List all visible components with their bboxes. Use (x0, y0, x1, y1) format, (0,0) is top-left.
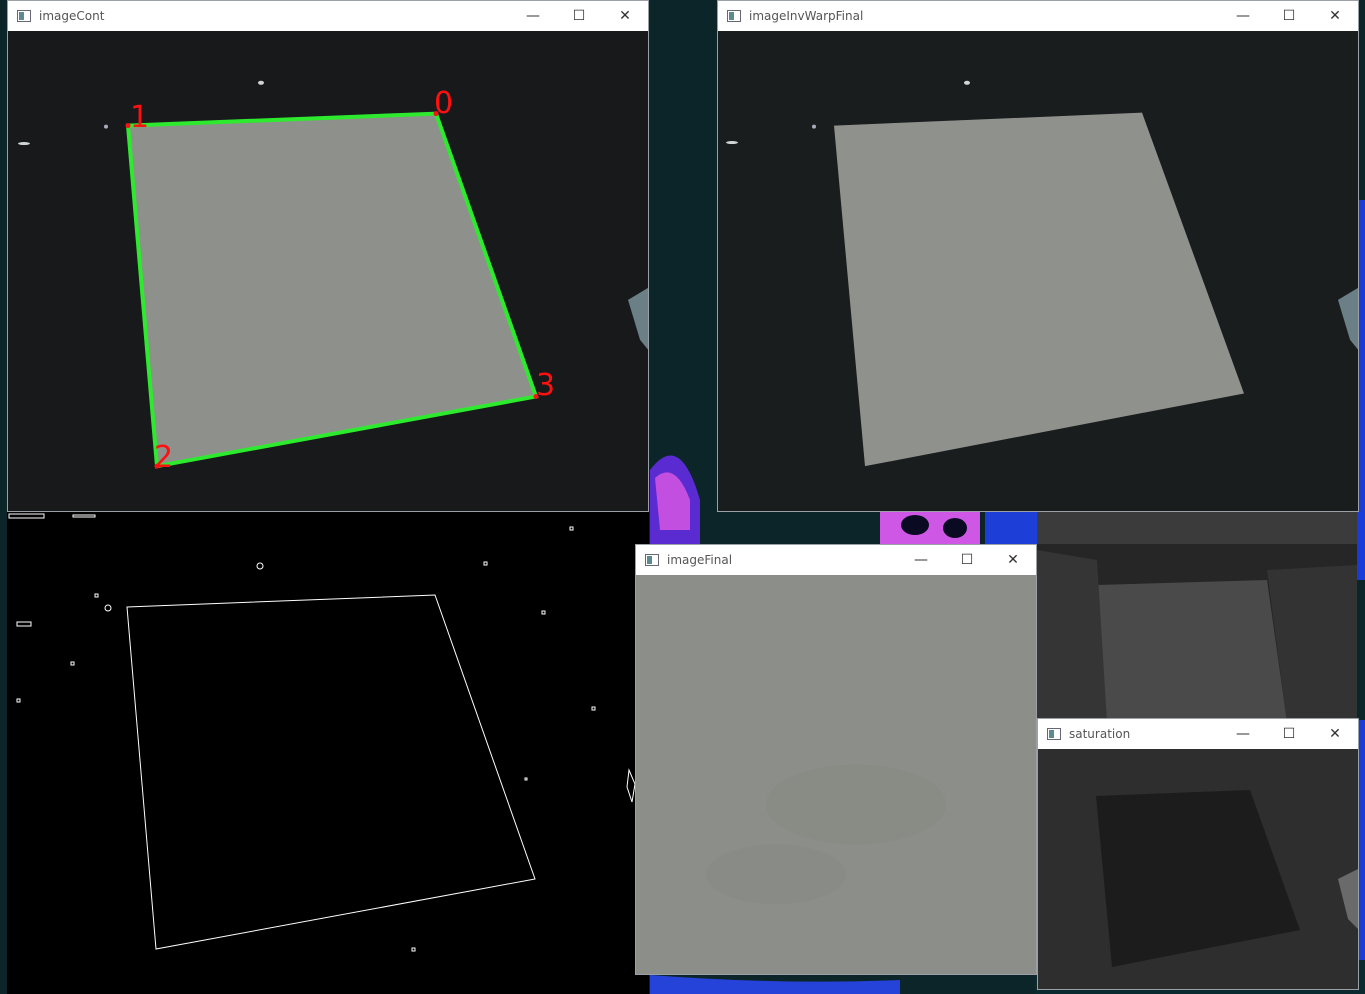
window-title: imageCont (39, 9, 105, 23)
minimize-icon[interactable]: — (898, 545, 944, 575)
image-final-window[interactable]: imageFinal — ☐ ✕ (635, 544, 1037, 975)
minimize-icon[interactable]: — (1220, 1, 1266, 31)
corner-label-1: 1 (130, 100, 150, 135)
window-app-icon (727, 10, 741, 22)
image-inv-warp-canvas (718, 31, 1358, 511)
maximize-icon[interactable]: ☐ (1266, 719, 1312, 749)
corner-label-2: 2 (154, 440, 174, 475)
window-title: imageFinal (667, 553, 733, 567)
title-bar[interactable]: imageFinal — ☐ ✕ (636, 545, 1036, 575)
minimize-icon[interactable]: — (510, 1, 556, 31)
window-app-icon (1047, 728, 1061, 740)
window-title: saturation (1069, 727, 1131, 741)
title-bar[interactable]: imageCont — ☐ ✕ (8, 1, 648, 31)
gray-image (1037, 510, 1357, 722)
inv-warp-image (718, 31, 1358, 511)
maximize-icon[interactable]: ☐ (556, 1, 602, 31)
image-cont-window[interactable]: imageCont — ☐ ✕ 0 1 2 3 (7, 0, 649, 512)
close-icon[interactable]: ✕ (990, 545, 1036, 575)
edges-window (7, 512, 649, 994)
image-cont-canvas: 0 1 2 3 (8, 31, 648, 511)
gray-window (1037, 510, 1357, 722)
maximize-icon[interactable]: ☐ (1266, 1, 1312, 31)
image-final-canvas (636, 575, 1036, 974)
saturation-canvas (1038, 749, 1358, 989)
image-inv-warp-final-window[interactable]: imageInvWarpFinal — ☐ ✕ (717, 0, 1359, 512)
window-app-icon (645, 554, 659, 566)
corner-label-3: 3 (536, 368, 556, 403)
camera-image-with-contour (8, 31, 648, 511)
saturation-image (1038, 749, 1358, 989)
title-bar[interactable]: imageInvWarpFinal — ☐ ✕ (718, 1, 1358, 31)
close-icon[interactable]: ✕ (1312, 1, 1358, 31)
saturation-window[interactable]: saturation — ☐ ✕ (1037, 718, 1359, 990)
minimize-icon[interactable]: — (1220, 719, 1266, 749)
warped-paper-image (636, 575, 1036, 974)
close-icon[interactable]: ✕ (602, 1, 648, 31)
window-title: imageInvWarpFinal (749, 9, 864, 23)
edge-image (7, 512, 649, 994)
close-icon[interactable]: ✕ (1312, 719, 1358, 749)
maximize-icon[interactable]: ☐ (944, 545, 990, 575)
title-bar[interactable]: saturation — ☐ ✕ (1038, 719, 1358, 749)
corner-label-0: 0 (434, 86, 454, 121)
window-app-icon (17, 10, 31, 22)
